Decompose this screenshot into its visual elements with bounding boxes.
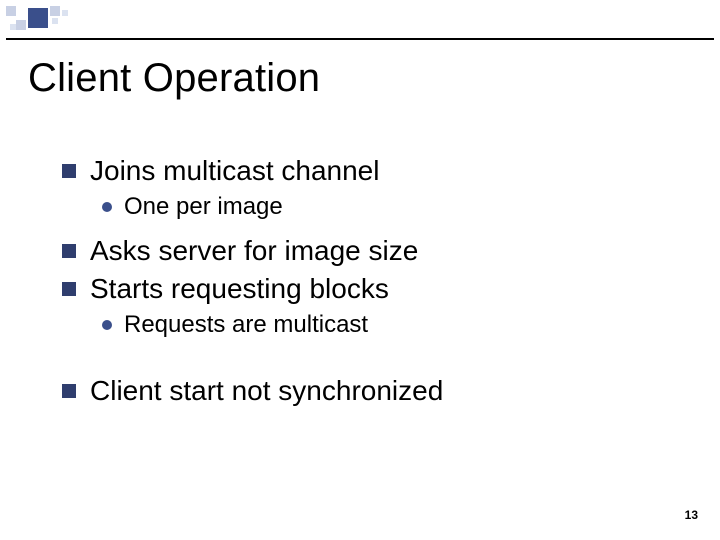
slide: Client Operation Joins multicast channel…	[0, 0, 720, 540]
bullet-text: Starts requesting blocks	[90, 272, 389, 306]
bullet-level2: Requests are multicast	[102, 310, 680, 340]
bullet-level1: Client start not synchronized	[62, 374, 680, 408]
bullet-text: Asks server for image size	[90, 234, 418, 268]
bullet-level2: One per image	[102, 192, 680, 222]
bullet-level1: Joins multicast channel	[62, 154, 680, 188]
dot-bullet-icon	[102, 202, 112, 212]
square-bullet-icon	[62, 282, 76, 296]
bullet-text: Joins multicast channel	[90, 154, 379, 188]
corner-decoration	[6, 6, 116, 34]
bullet-level1: Starts requesting blocks	[62, 272, 680, 306]
dot-bullet-icon	[102, 320, 112, 330]
square-bullet-icon	[62, 384, 76, 398]
horizontal-rule	[6, 38, 714, 40]
bullet-text: Client start not synchronized	[90, 374, 443, 408]
square-bullet-icon	[62, 164, 76, 178]
square-bullet-icon	[62, 244, 76, 258]
bullet-text: One per image	[124, 192, 283, 222]
slide-title: Client Operation	[28, 56, 320, 101]
page-number: 13	[685, 508, 698, 522]
bullet-text: Requests are multicast	[124, 310, 368, 340]
slide-body: Joins multicast channel One per image As…	[62, 150, 680, 412]
bullet-level1: Asks server for image size	[62, 234, 680, 268]
